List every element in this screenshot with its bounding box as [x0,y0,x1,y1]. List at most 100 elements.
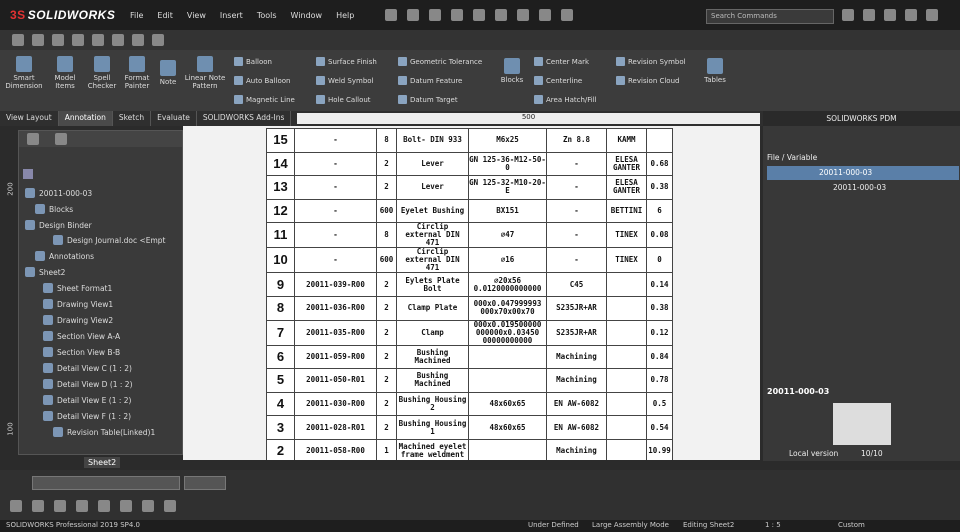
surface-finish-button[interactable]: Surface Finish [316,57,377,66]
tab-sketch[interactable]: Sketch [113,111,152,126]
tab-evaluate[interactable]: Evaluate [151,111,197,126]
blocks-button[interactable]: Blocks [498,58,526,84]
tree-item-section-a[interactable]: Section View A-A [43,331,120,341]
tree-item-sheet-format[interactable]: Sheet Format1 [43,283,112,293]
user-icon[interactable] [842,9,854,21]
revision-symbol-button[interactable]: Revision Symbol [616,57,686,66]
tree-item-annotations[interactable]: Annotations [35,251,94,261]
property-tab-icon[interactable] [55,133,67,145]
rebuild-icon[interactable] [539,9,551,21]
menu-insert[interactable]: Insert [220,11,243,20]
tree-item-design-binder[interactable]: Design Binder [25,220,92,230]
zoom-fit-icon[interactable] [92,34,104,46]
relation-icon[interactable] [164,500,176,512]
model-items-button[interactable]: Model Items [48,56,82,90]
menu-window[interactable]: Window [291,11,323,20]
tree-item-detail-c[interactable]: Detail View C (1 : 2) [43,363,132,373]
datum-feature-button[interactable]: Datum Feature [398,76,462,85]
save-icon[interactable] [451,9,463,21]
restore-icon[interactable] [905,9,917,21]
smart-dimension-button[interactable]: Smart Dimension [4,56,44,90]
home-icon[interactable] [385,9,397,21]
hole-callout-button[interactable]: Hole Callout [316,95,371,104]
tree-item-detail-d[interactable]: Detail View D (1 : 2) [43,379,133,389]
open-icon[interactable] [429,9,441,21]
table-cell: 10 [266,247,295,274]
tree-root[interactable]: 20011-000-03 [25,188,92,198]
circle-icon[interactable] [76,500,88,512]
line-style-dropdown[interactable] [184,476,226,490]
layer-dropdown[interactable] [32,476,180,490]
play-icon[interactable] [12,34,24,46]
arc-icon[interactable] [98,500,110,512]
format-painter-button[interactable]: Format Painter [120,56,154,90]
revision-cloud-button[interactable]: Revision Cloud [616,76,679,85]
undo-icon[interactable] [495,9,507,21]
datum-target-button[interactable]: Datum Target [398,95,458,104]
tree-item-blocks[interactable]: Blocks [35,204,73,214]
tables-button[interactable]: Tables [700,58,730,84]
menu-file[interactable]: File [130,11,143,20]
status-scale[interactable]: 1 : 5 [765,521,781,529]
help-icon[interactable] [863,9,875,21]
area-hatch-button[interactable]: Area Hatch/Fill [534,95,597,104]
tree-item-detail-f[interactable]: Detail View F (1 : 2) [43,411,131,421]
centerline-button[interactable]: Centerline [534,76,582,85]
hide-show-icon[interactable] [152,34,164,46]
folder-icon [35,204,45,214]
menu-edit[interactable]: Edit [157,11,173,20]
line-icon[interactable] [32,500,44,512]
geometric-tolerance-button[interactable]: Geometric Tolerance [398,57,482,66]
tree-item-detail-e[interactable]: Detail View E (1 : 2) [43,395,131,405]
minimize-icon[interactable] [884,9,896,21]
table-row: 4 20011-030-R00 2 Bushing Housing 2 48x60x65… [266,391,673,417]
menu-view[interactable]: View [187,11,206,20]
print-icon[interactable] [473,9,485,21]
select-arrow-icon[interactable] [10,500,22,512]
tree-item-section-b[interactable]: Section View B-B [43,347,120,357]
tree-item-revision-table[interactable]: Revision Table(Linked)1 [53,427,155,437]
spell-checker-button[interactable]: Spell Checker [86,56,118,90]
display-style-icon[interactable] [132,34,144,46]
record-icon[interactable] [52,34,64,46]
options-icon[interactable] [561,9,573,21]
edit-macro-icon[interactable] [72,34,84,46]
tree-item-drawing-view2[interactable]: Drawing View2 [43,315,113,325]
note-button[interactable]: Note [156,60,180,86]
pdm-item[interactable]: 20011-000-03 [833,183,886,192]
table-cell: 0.78 [646,368,673,393]
table-cell [468,438,547,460]
table-cell: 20011-039-R00 [294,272,377,297]
rectangle-icon[interactable] [54,500,66,512]
new-icon[interactable] [407,9,419,21]
pdm-item-selected[interactable]: 20011-000-03 [767,166,959,180]
stop-icon[interactable] [32,34,44,46]
trim-icon[interactable] [142,500,154,512]
tab-sheet2[interactable]: Sheet2 [84,457,121,468]
table-cell: 0.38 [646,295,673,321]
feature-tree-tab-icon[interactable] [27,133,39,145]
detail-view-icon [43,363,53,373]
spline-icon[interactable] [120,500,132,512]
tree-item-drawing-view1[interactable]: Drawing View1 [43,299,113,309]
close-icon[interactable] [926,9,938,21]
zoom-area-icon[interactable] [112,34,124,46]
auto-balloon-button[interactable]: Auto Balloon [234,76,290,85]
tree-item-design-journal[interactable]: Design Journal.doc <Empt [53,235,166,245]
tree-item-sheet2[interactable]: Sheet2 [25,267,65,277]
tab-add-ins[interactable]: SOLIDWORKS Add-Ins [197,111,292,126]
status-units[interactable]: Custom [838,521,865,529]
weld-symbol-button[interactable]: Weld Symbol [316,76,374,85]
search-input[interactable]: Search Commands [706,9,834,24]
drawing-canvas[interactable]: 15-8 Bolt- DIN 933 M6x25 Zn 8.8 KAMM 14-2 Leve… [183,126,760,460]
balloon-button[interactable]: Balloon [234,57,272,66]
filter-icon[interactable] [23,169,33,179]
menu-tools[interactable]: Tools [257,11,277,20]
magnetic-line-button[interactable]: Magnetic Line [234,95,295,104]
linear-note-pattern-button[interactable]: Linear Note Pattern [182,56,228,90]
tab-view-layout[interactable]: View Layout [0,111,59,126]
tab-annotation[interactable]: Annotation [58,111,113,126]
select-icon[interactable] [517,9,529,21]
menu-help[interactable]: Help [336,11,354,20]
center-mark-button[interactable]: Center Mark [534,57,589,66]
